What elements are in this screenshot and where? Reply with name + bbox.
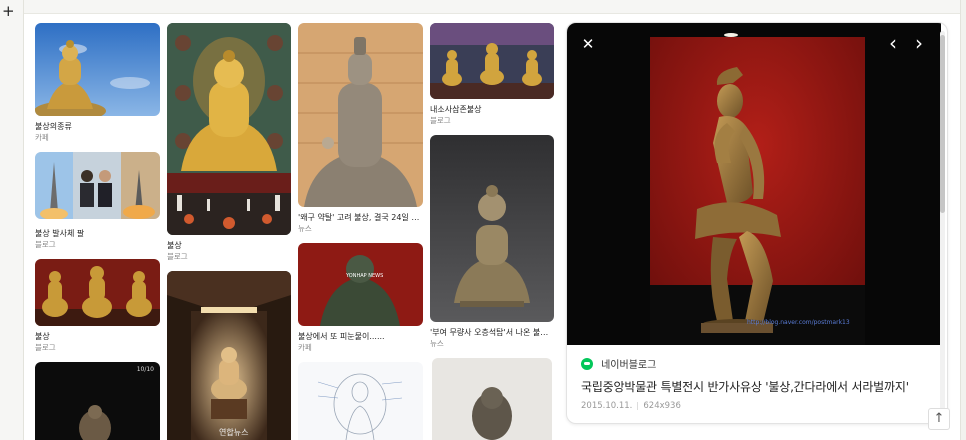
buddha-statue-image <box>35 23 160 116</box>
watermark-text: 연합뉴스 <box>219 428 249 437</box>
plus-icon[interactable]: + <box>2 4 16 19</box>
viewer-scrollbar-thumb[interactable] <box>940 35 945 213</box>
info-divider <box>637 401 639 410</box>
result-caption-7[interactable]: 내소사삼존불상 <box>430 104 554 115</box>
result-image-3[interactable] <box>167 23 291 235</box>
naesosa-triad-image <box>430 23 554 99</box>
result-image-11[interactable] <box>298 362 423 440</box>
close-icon[interactable]: ✕ <box>580 36 596 52</box>
gandhara-head-image <box>432 358 552 440</box>
pensive-bodhisattva-image[interactable] <box>567 23 941 345</box>
result-image-2[interactable] <box>35 152 160 219</box>
post-date: 2015.10.11. <box>581 401 633 411</box>
result-source-3: 블로그 <box>167 252 188 261</box>
result-image-1[interactable] <box>35 23 160 116</box>
viewer-image-stage: http://blog.naver.com/postmark13 ✕ ‹ › <box>567 23 941 345</box>
goryeo-buddha-image <box>298 23 423 207</box>
window-right-frame <box>960 0 966 440</box>
naver-blog-icon <box>581 357 593 370</box>
result-source-1: 카페 <box>35 133 49 142</box>
illuminated-shrine-image <box>167 271 291 440</box>
result-caption-5[interactable]: '왜구 약탈' 고려 불상, 결국 24일 일... <box>298 212 423 223</box>
source-blog-name[interactable]: 네이버블로그 <box>601 360 656 371</box>
window-left-frame <box>0 0 24 440</box>
result-caption-3[interactable]: 불상 <box>167 240 291 251</box>
result-source-7: 블로그 <box>430 116 451 125</box>
buddha-line-drawing-image <box>298 362 423 440</box>
next-image-icon[interactable]: › <box>911 33 927 53</box>
three-buddhas-image <box>35 259 160 326</box>
viewer-info: 2015.10.11. 624x936 <box>581 401 931 411</box>
bronze-buddha-image <box>430 135 554 322</box>
image-size: 624x936 <box>643 401 681 411</box>
prev-image-icon[interactable]: ‹ <box>885 33 901 53</box>
missile-collage-image <box>35 152 160 219</box>
result-image-12[interactable] <box>432 358 552 440</box>
result-caption-4[interactable]: 불상 <box>35 331 160 342</box>
result-image-7[interactable] <box>430 23 554 99</box>
result-caption-8[interactable]: '부여 무량사 오층석탑'서 나온 불상 ... <box>430 327 554 338</box>
result-caption-2[interactable]: 불상 발사체 팔 <box>35 228 160 239</box>
result-image-10[interactable]: 10/10 <box>35 362 160 440</box>
scroll-to-top-button[interactable]: ↑ <box>928 408 950 430</box>
result-caption-6[interactable]: 불상에서 또 피눈물이...... <box>298 331 423 342</box>
golden-buddha-temple-image <box>167 23 291 235</box>
result-source-2: 블로그 <box>35 240 56 249</box>
result-image-4[interactable] <box>35 259 160 326</box>
watermark-text: YONHAP NEWS <box>346 273 384 279</box>
result-image-5[interactable] <box>298 23 423 207</box>
image-viewer-panel: http://blog.naver.com/postmark13 ✕ ‹ › 네… <box>566 22 948 424</box>
viewer-scrollbar[interactable] <box>940 31 945 421</box>
result-source-5: 뉴스 <box>298 224 312 233</box>
result-source-4: 블로그 <box>35 343 56 352</box>
result-source-8: 뉴스 <box>430 339 444 348</box>
result-source-6: 카페 <box>298 343 312 352</box>
viewer-meta: 네이버블로그 국립중앙박물관 특별전시 반가사유상 '불상,간다라에서 서라벌까… <box>581 353 931 411</box>
image-count-badge: 10/10 <box>136 366 154 373</box>
window-top-frame <box>0 0 966 14</box>
result-image-9[interactable]: 연합뉴스 <box>167 271 291 440</box>
watermark-text: http://blog.naver.com/postmark13 <box>747 319 850 326</box>
viewer-title[interactable]: 국립중앙박물관 특별전시 반가사유상 '불상,간다라에서 서라벌까지' <box>581 378 931 395</box>
result-caption-1[interactable]: 불상의종류 <box>35 121 160 132</box>
stone-buddha-head-image <box>35 362 160 440</box>
red-buddha-news-image <box>298 243 423 326</box>
result-image-8[interactable] <box>430 135 554 322</box>
result-image-6[interactable]: YONHAP NEWS <box>298 243 423 326</box>
